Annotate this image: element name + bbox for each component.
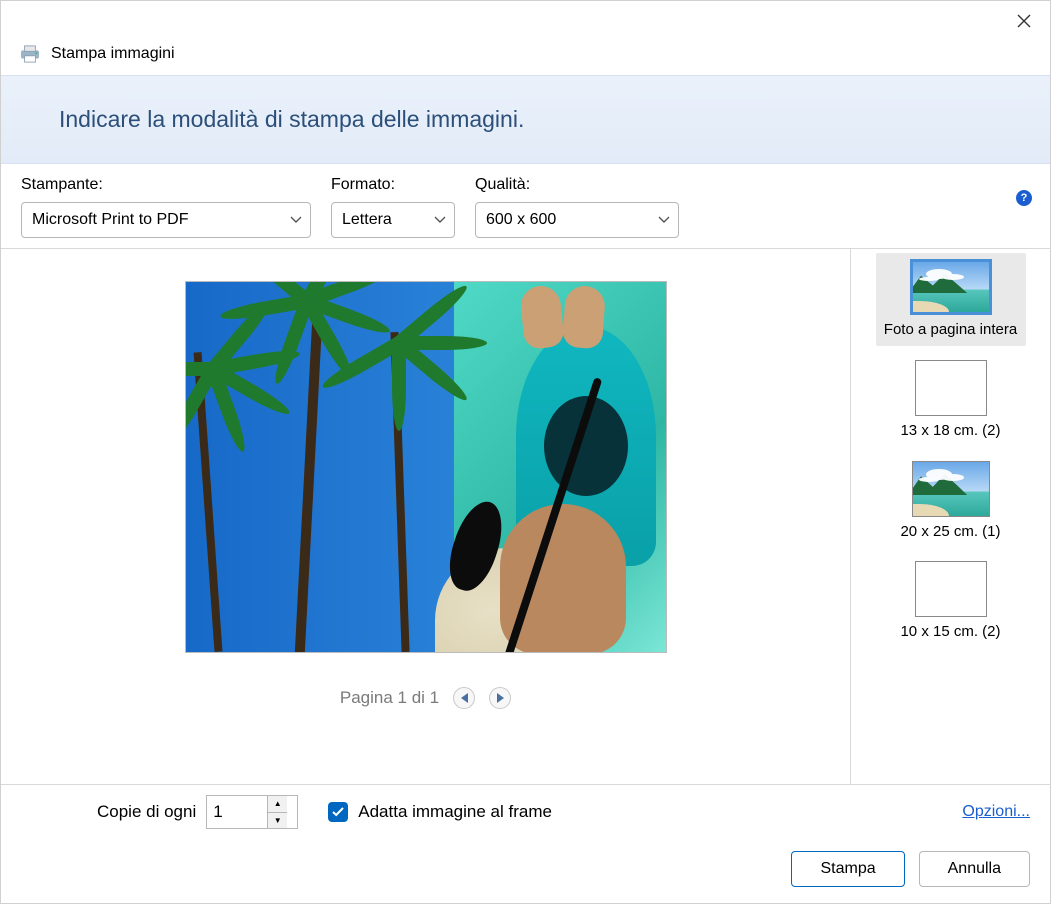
quality-label: Qualità:	[475, 176, 679, 194]
printer-label: Stampante:	[21, 176, 311, 194]
triangle-left-icon	[461, 693, 468, 703]
check-icon	[332, 807, 344, 817]
layout-option-label: 10 x 15 cm. (2)	[900, 623, 1000, 642]
preview-image	[185, 281, 667, 653]
dialog-buttons: Stampa Annulla	[1, 839, 1050, 903]
titlebar	[1, 1, 1050, 41]
layout-option[interactable]: 20 x 25 cm. (1)	[876, 455, 1026, 548]
layout-thumb-icon	[915, 360, 987, 416]
layout-thumb-icon	[915, 561, 987, 617]
print-pictures-dialog: Stampa immagini Indicare la modalità di …	[0, 0, 1051, 904]
close-icon	[1017, 14, 1031, 28]
fit-frame-label: Adatta immagine al frame	[358, 802, 552, 822]
format-value: Lettera	[342, 211, 392, 229]
layout-list[interactable]: Foto a pagina intera 13 x 18 cm. (2) 20 x …	[850, 249, 1050, 784]
printer-dropdown[interactable]: Microsoft Print to PDF	[21, 202, 311, 238]
help-button[interactable]: ?	[1016, 190, 1032, 206]
format-group: Formato: Lettera	[331, 176, 455, 238]
pager: Pagina 1 di 1	[340, 687, 511, 709]
layout-thumb-icon	[910, 259, 992, 315]
cancel-button[interactable]: Annulla	[919, 851, 1030, 887]
layout-thumb-icon	[912, 461, 990, 517]
layout-option[interactable]: 13 x 18 cm. (2)	[876, 354, 1026, 447]
layout-option[interactable]: 10 x 15 cm. (2)	[876, 555, 1026, 648]
options-link[interactable]: Opzioni...	[962, 803, 1030, 821]
layout-option[interactable]: Foto a pagina intera	[876, 253, 1026, 346]
chevron-down-icon	[434, 216, 446, 224]
triangle-right-icon	[497, 693, 504, 703]
copies-input[interactable]	[207, 796, 267, 828]
pager-prev-button[interactable]	[453, 687, 475, 709]
quality-value: 600 x 600	[486, 211, 556, 229]
printer-value: Microsoft Print to PDF	[32, 211, 188, 229]
instruction-banner: Indicare la modalità di stampa delle imm…	[1, 75, 1050, 164]
copies-up-button[interactable]: ▲	[268, 796, 287, 813]
print-controls: Stampante: Microsoft Print to PDF Format…	[1, 164, 1050, 249]
format-dropdown[interactable]: Lettera	[331, 202, 455, 238]
printer-group: Stampante: Microsoft Print to PDF	[21, 176, 311, 238]
chevron-down-icon	[658, 216, 670, 224]
close-button[interactable]	[1008, 5, 1040, 37]
layout-option-label: 13 x 18 cm. (2)	[900, 422, 1000, 441]
layout-option-label: Foto a pagina intera	[884, 321, 1017, 340]
quality-dropdown[interactable]: 600 x 600	[475, 202, 679, 238]
preview-pane: Pagina 1 di 1	[1, 249, 850, 784]
print-button[interactable]: Stampa	[791, 851, 904, 887]
quality-group: Qualità: 600 x 600	[475, 176, 679, 238]
chevron-down-icon	[290, 216, 302, 224]
format-label: Formato:	[331, 176, 455, 194]
header: Stampa immagini	[1, 41, 1050, 75]
fit-frame-checkbox[interactable]	[328, 802, 348, 822]
layout-option-label: 20 x 25 cm. (1)	[900, 523, 1000, 542]
options-bar: Copie di ogni ▲ ▼ Adatta immagine al fra…	[1, 785, 1050, 839]
content-row: Pagina 1 di 1 Foto a pagina intera 13 x 1…	[1, 249, 1050, 785]
printer-icon	[19, 45, 41, 63]
dialog-title: Stampa immagini	[51, 45, 175, 63]
pager-next-button[interactable]	[489, 687, 511, 709]
pager-text: Pagina 1 di 1	[340, 688, 439, 708]
copies-spinner[interactable]: ▲ ▼	[206, 795, 298, 829]
copies-down-button[interactable]: ▼	[268, 813, 287, 829]
copies-label: Copie di ogni	[97, 802, 196, 822]
